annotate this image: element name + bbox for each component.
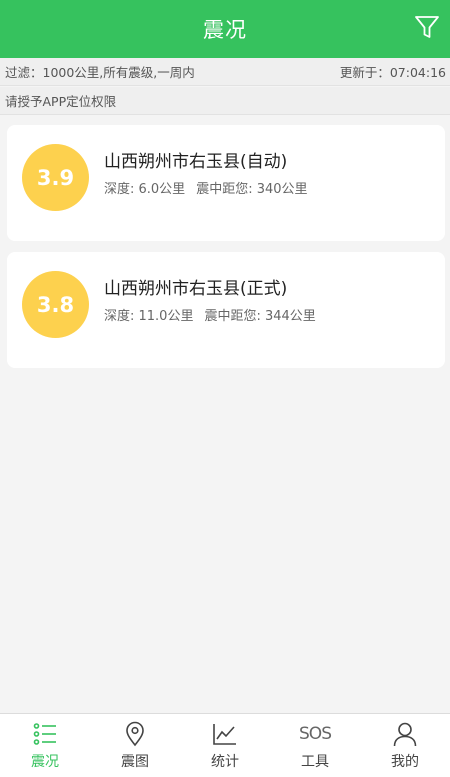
quake-card[interactable]: 3.8 山西朔州市右玉县(正式) 深度: 11.0公里 震中距您: 344公里 <box>7 252 445 368</box>
update-time: 更新于：07:04:16 <box>339 65 446 80</box>
quake-location: 山西朔州市右玉县(正式) <box>104 279 288 299</box>
quake-depth: 深度: 6.0公里 <box>104 182 186 197</box>
nav-item-quakes[interactable]: 震况 <box>0 714 90 777</box>
quake-depth: 深度: 11.0公里 <box>104 309 194 324</box>
sos-icon: SOS <box>299 724 332 744</box>
filter-button[interactable] <box>412 12 442 42</box>
page-title: 震况 <box>203 18 247 42</box>
quake-distance: 震中距您: 344公里 <box>204 309 316 324</box>
filter-info-bar: 过滤：1000公里,所有震级,一周内 更新于：07:04:16 <box>0 58 450 86</box>
quake-card[interactable]: 3.9 山西朔州市右玉县(自动) 深度: 6.0公里 震中距您: 340公里 <box>7 125 445 241</box>
quake-meta: 深度: 11.0公里 震中距您: 344公里 <box>104 305 316 324</box>
nav-label: 我的 <box>391 754 419 770</box>
quake-distance: 震中距您: 340公里 <box>196 182 308 197</box>
permission-text: 请授予APP定位权限 <box>5 94 117 109</box>
filter-icon <box>415 16 439 38</box>
nav-item-profile[interactable]: 我的 <box>360 714 450 777</box>
user-icon <box>392 721 418 747</box>
bottom-nav: 震况 震图 统计 SOS 工具 我的 <box>0 713 450 777</box>
nav-label: 工具 <box>301 754 329 770</box>
list-icon <box>32 721 58 747</box>
location-permission-bar[interactable]: 请授予APP定位权限 <box>0 87 450 115</box>
nav-item-tools[interactable]: SOS 工具 <box>270 714 360 777</box>
app-root: 震况 过滤：1000公里,所有震级,一周内 更新于：07:04:16 请授予AP… <box>0 0 450 777</box>
filter-summary: 过滤：1000公里,所有震级,一周内 <box>5 65 195 80</box>
nav-label: 震况 <box>31 754 59 770</box>
magnitude-badge: 3.8 <box>22 271 89 338</box>
quake-list: 3.9 山西朔州市右玉县(自动) 深度: 6.0公里 震中距您: 340公里 3.… <box>7 125 445 379</box>
nav-item-map[interactable]: 震图 <box>90 714 180 777</box>
map-pin-icon <box>122 721 148 747</box>
quake-location: 山西朔州市右玉县(自动) <box>104 152 288 172</box>
nav-label: 震图 <box>121 754 149 770</box>
quake-meta: 深度: 6.0公里 震中距您: 340公里 <box>104 178 308 197</box>
nav-label: 统计 <box>211 754 239 770</box>
top-bar: 震况 <box>0 0 450 58</box>
chart-icon <box>212 721 238 747</box>
nav-item-stats[interactable]: 统计 <box>180 714 270 777</box>
magnitude-badge: 3.9 <box>22 144 89 211</box>
